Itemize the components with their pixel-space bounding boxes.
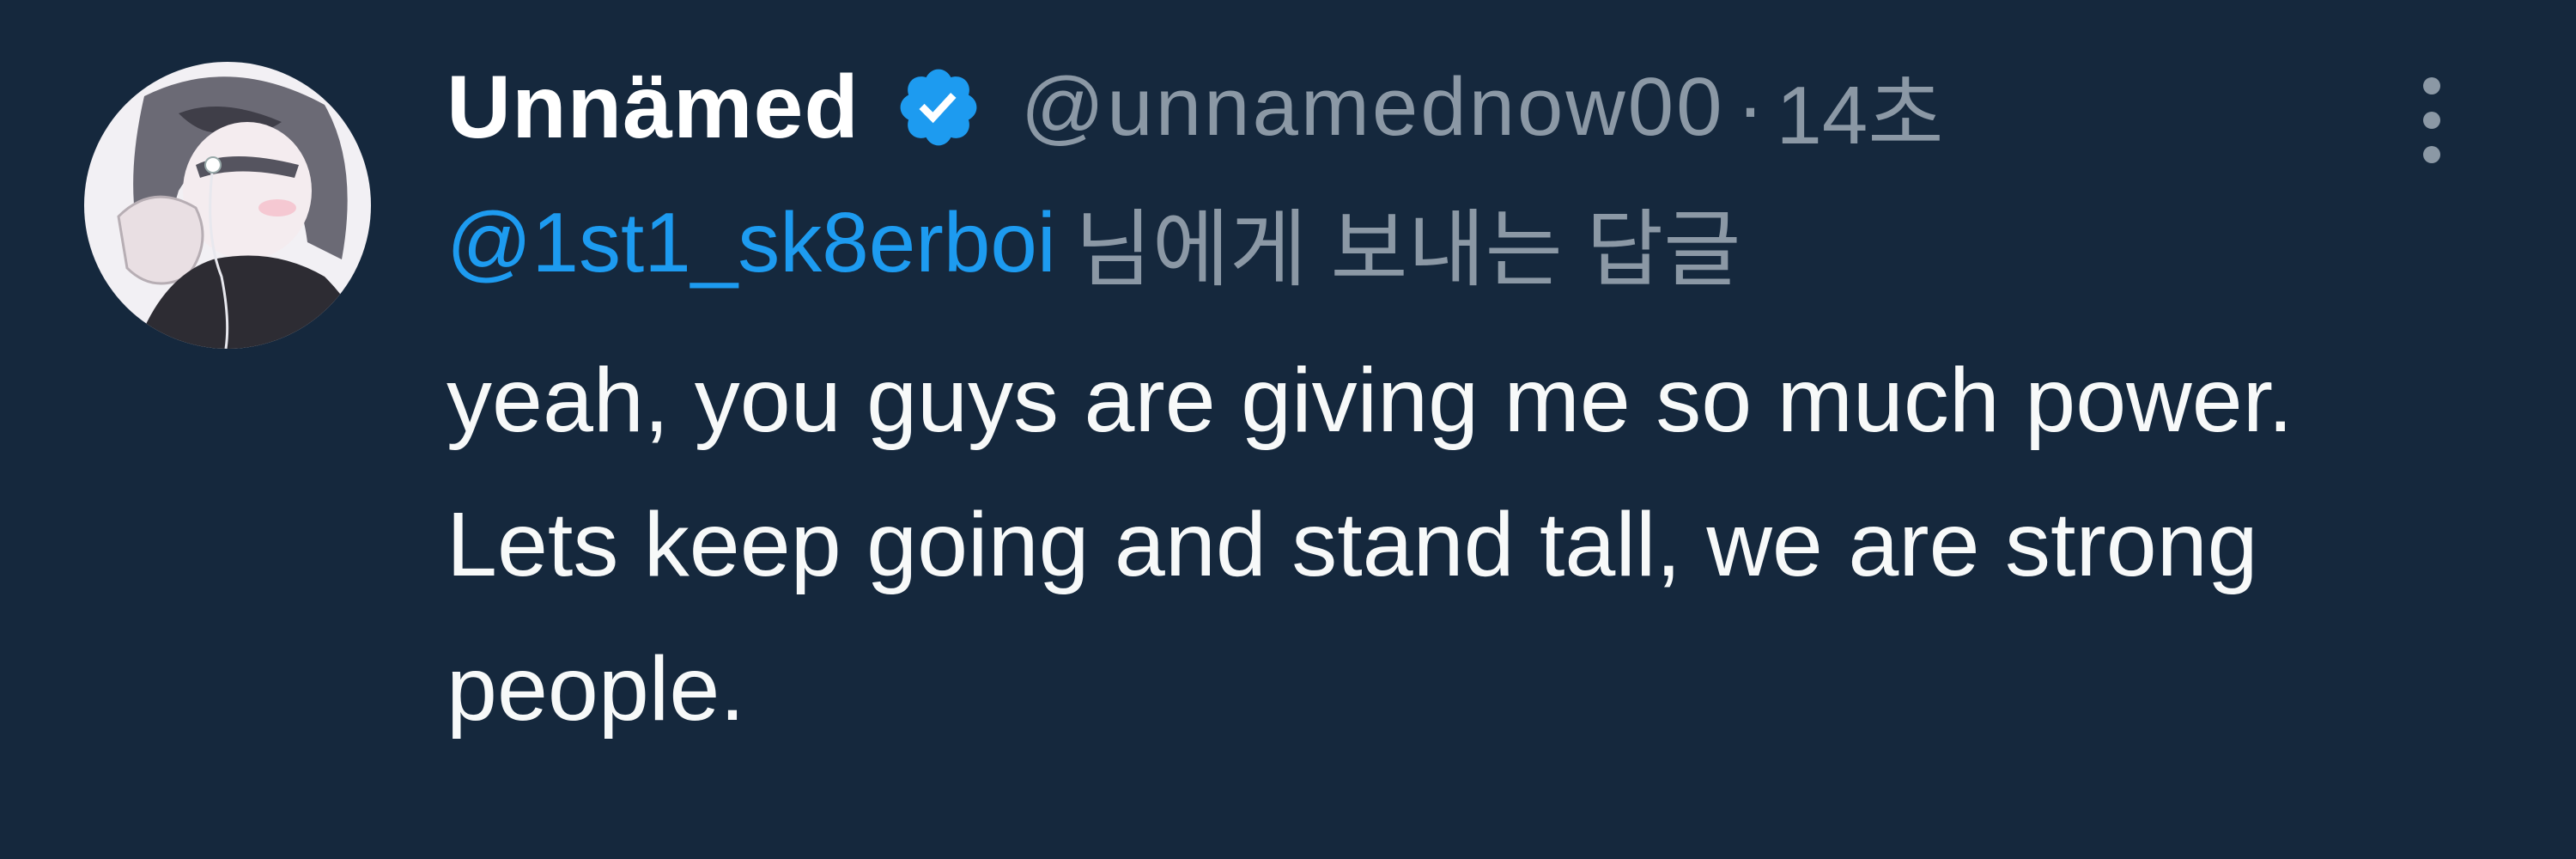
tweet-content: Unnämed @unnamednow00 · 14초 @1st1_sk8erb… <box>447 52 2447 761</box>
more-vertical-icon[interactable] <box>2389 67 2475 179</box>
display-name[interactable]: Unnämed <box>447 57 860 159</box>
separator-dot: · <box>1736 61 1765 153</box>
tweet-header: Unnämed @unnamednow00 · 14초 <box>447 52 2447 163</box>
reply-mention-link[interactable]: @1st1_sk8erboi <box>447 194 1056 291</box>
reply-context: @1st1_sk8erboi 님에게 보내는 답글 <box>447 191 2447 297</box>
reply-context-label: 님에게 보내는 답글 <box>1074 202 1741 296</box>
avatar-image <box>84 62 371 349</box>
user-handle[interactable]: @unnamednow00 <box>1021 60 1725 155</box>
avatar[interactable] <box>84 62 371 349</box>
timestamp[interactable]: 14초 <box>1776 48 1943 168</box>
tweet-card[interactable]: Unnämed @unnamednow00 · 14초 @1st1_sk8erb… <box>0 0 2576 859</box>
tweet-text: yeah, you guys are giving me so much pow… <box>447 350 2293 740</box>
verified-badge-icon[interactable] <box>894 63 983 152</box>
